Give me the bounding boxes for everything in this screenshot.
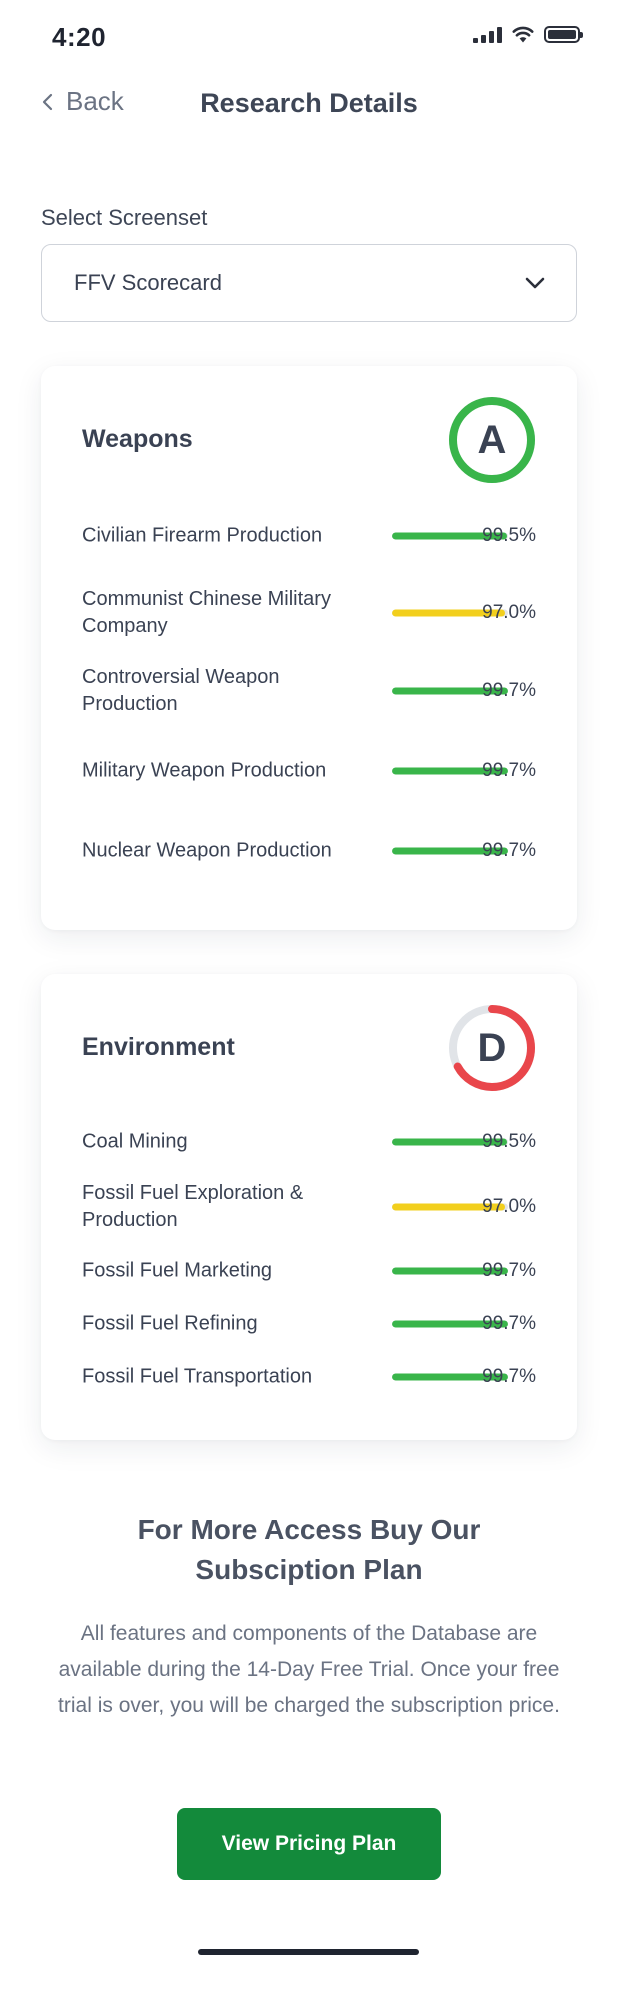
row-label: Coal Mining xyxy=(82,1130,188,1153)
status-time: 4:20 xyxy=(52,22,107,52)
row-label: Fossil Fuel Refining xyxy=(82,1312,258,1335)
weapons-row: Communist Chinese Military Company 97.0% xyxy=(82,585,536,641)
environment-row: Fossil Fuel Transportation 99.7% xyxy=(82,1349,536,1405)
weapons-title: Weapons xyxy=(82,425,193,453)
environment-title: Environment xyxy=(82,1033,235,1061)
promo-body: All features and components of the Datab… xyxy=(58,1622,560,1717)
environment-card: Environment D Coal Mining 99.5% Fossil F… xyxy=(41,974,577,1440)
row-percent: 99.7% xyxy=(482,1366,536,1387)
row-label: Fossil Fuel Transportation xyxy=(82,1365,313,1388)
row-percent: 97.0% xyxy=(482,1196,536,1217)
signal-icon xyxy=(473,26,502,43)
weapons-row: Controversial Weapon Production 99.7% xyxy=(82,663,536,719)
row-label: Military Weapon Production xyxy=(82,759,327,782)
environment-row: Fossil Fuel Exploration & Production 97.… xyxy=(82,1179,536,1235)
row-percent: 99.5% xyxy=(482,525,536,546)
home-indicator xyxy=(198,1949,419,1955)
screenset-value: FFV Scorecard xyxy=(74,270,222,295)
weapons-card: Weapons A Civilian Firearm Production 99… xyxy=(41,366,577,930)
promo-title: For More Access Buy Our Subsciption Plan xyxy=(137,1514,481,1585)
battery-icon xyxy=(544,26,583,43)
environment-row: Fossil Fuel Refining 99.7% xyxy=(82,1296,536,1352)
row-label: Nuclear Weapon Production xyxy=(82,839,332,862)
environment-row: Coal Mining 99.5% xyxy=(82,1114,536,1170)
environment-grade-badge: D xyxy=(448,1004,536,1092)
row-label: Controversial Weapon Production xyxy=(82,666,280,715)
row-label: Civilian Firearm Production xyxy=(82,524,323,547)
row-label: Communist Chinese Military Company xyxy=(82,588,331,637)
environment-grade-letter: D xyxy=(477,1025,507,1070)
wifi-icon xyxy=(512,26,534,43)
weapons-grade-badge: A xyxy=(448,396,536,484)
weapons-row: Military Weapon Production 99.7% xyxy=(82,743,536,799)
row-percent: 99.7% xyxy=(482,680,536,701)
page-title: Research Details xyxy=(200,88,418,118)
weapons-row: Nuclear Weapon Production 99.7% xyxy=(82,823,536,879)
view-pricing-plan-button[interactable]: View Pricing Plan xyxy=(177,1808,441,1880)
select-screenset-label: Select Screenset xyxy=(41,205,208,230)
row-percent: 99.5% xyxy=(482,1131,536,1152)
row-label: Fossil Fuel Exploration & Production xyxy=(82,1182,304,1231)
row-percent: 99.7% xyxy=(482,1313,536,1334)
row-label: Fossil Fuel Marketing xyxy=(82,1259,273,1282)
row-percent: 99.7% xyxy=(482,760,536,781)
chevron-down-icon xyxy=(525,277,545,289)
weapons-row: Civilian Firearm Production 99.5% xyxy=(82,508,536,564)
weapons-grade-letter: A xyxy=(477,417,507,462)
row-percent: 97.0% xyxy=(482,602,536,623)
screenset-select[interactable]: FFV Scorecard xyxy=(41,244,577,322)
status-icons xyxy=(473,26,583,43)
row-percent: 99.7% xyxy=(482,840,536,861)
environment-row: Fossil Fuel Marketing 99.7% xyxy=(82,1243,536,1299)
row-percent: 99.7% xyxy=(482,1260,536,1281)
